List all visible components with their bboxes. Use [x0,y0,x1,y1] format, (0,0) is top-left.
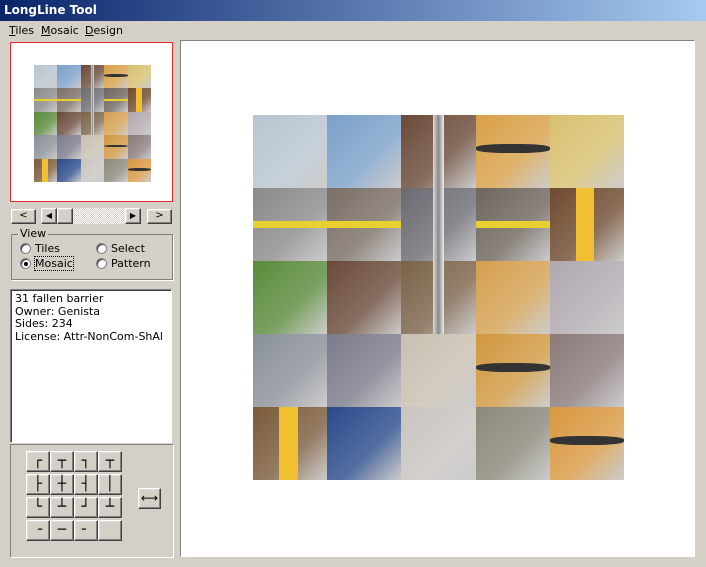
radio-pattern[interactable]: Pattern [96,257,151,270]
menu-design[interactable]: Design [85,24,123,37]
tile-shape-button[interactable]: │ [98,474,122,495]
mosaic-tile[interactable] [57,111,81,136]
tile-license: License: Attr-NonCom-ShAl [15,329,163,343]
mosaic-tile[interactable] [57,88,81,112]
mosaic-tile[interactable] [401,115,476,188]
mosaic-tile[interactable] [127,65,151,89]
radio-selected-icon [20,258,31,269]
radio-tiles[interactable]: Tiles [20,242,60,255]
mosaic-tile[interactable] [57,65,81,89]
mosaic-tile[interactable] [327,334,402,407]
tile-shape-button[interactable]: ╴ [74,520,98,541]
scroll-left-icon[interactable]: ◀ [41,208,57,224]
mosaic-tile[interactable] [80,135,105,159]
title-bar: LongLine Tool [0,0,706,21]
mosaic-tile[interactable] [327,261,402,334]
mosaic-grid [253,115,624,480]
mosaic-tile[interactable] [127,111,151,136]
preview-grid [34,65,151,182]
tile-shape-button[interactable]: ├ [26,474,50,495]
mosaic-preview[interactable] [10,42,173,202]
radio-mosaic[interactable]: Mosaic [20,256,74,271]
mosaic-tile[interactable] [327,188,402,261]
tile-shape-button[interactable]: ┬ [50,451,74,472]
window-title: LongLine Tool [4,3,97,17]
preview-scrollbar[interactable]: ◀ ▶ [41,208,141,224]
tile-shape-button[interactable]: ┐ [74,451,98,472]
tile-info-box[interactable]: 31 fallen barrier Owner: Genista Sides: … [10,289,172,443]
mosaic-tile[interactable] [57,135,81,159]
mosaic-tile[interactable] [57,158,81,182]
mosaic-tile[interactable] [104,135,128,159]
mosaic-tile[interactable] [475,407,550,480]
mosaic-tile[interactable] [80,88,105,112]
mosaic-tile[interactable] [80,111,105,136]
next-button[interactable]: > [147,209,172,224]
tile-shape-button[interactable]: ┌ [26,451,50,472]
tile-name: 31 fallen barrier [15,292,104,305]
mosaic-canvas[interactable] [180,40,695,557]
scroll-right-icon[interactable]: ▶ [125,208,141,224]
radio-select[interactable]: Select [96,242,145,255]
mosaic-tile[interactable] [253,334,328,407]
mosaic-tile[interactable] [127,135,151,159]
tile-shape-button[interactable] [98,520,122,541]
tile-shape-button[interactable]: ┘ [74,497,98,518]
mosaic-tile[interactable] [80,65,105,89]
tile-shape-button[interactable]: ┤ [74,474,98,495]
mosaic-tile[interactable] [401,407,476,480]
mosaic-tile[interactable] [401,261,476,334]
mosaic-tile[interactable] [253,407,328,480]
mosaic-tile[interactable] [34,111,58,136]
scroll-thumb[interactable] [57,208,73,224]
swap-direction-button[interactable]: ⟷ [138,488,161,509]
mosaic-tile[interactable] [549,261,624,334]
prev-button[interactable]: < [11,209,36,224]
mosaic-tile[interactable] [104,88,128,112]
tile-shape-button[interactable]: └ [26,497,50,518]
mosaic-tile[interactable] [253,115,328,188]
tile-shape-button[interactable]: ┴ [98,497,122,518]
menu-tiles[interactable]: Tiles [9,24,34,37]
mosaic-tile[interactable] [104,65,128,89]
mosaic-tile[interactable] [549,334,624,407]
mosaic-tile[interactable] [401,334,476,407]
tile-shape-button[interactable]: ─ [50,520,74,541]
mosaic-tile[interactable] [104,111,128,136]
view-group-label: View [18,227,49,240]
radio-circle-icon [96,258,107,269]
mosaic-tile[interactable] [549,115,624,188]
mosaic-tile[interactable] [475,261,550,334]
radio-circle-icon [20,243,31,254]
view-group: View Tiles Select Mosaic Pattern [11,227,173,280]
mosaic-tile[interactable] [80,158,105,182]
tile-sides: Sides: 234 [15,317,73,330]
mosaic-tile[interactable] [34,88,58,112]
mosaic-tile[interactable] [104,158,128,182]
mosaic-tile[interactable] [327,115,402,188]
mosaic-tile[interactable] [253,261,328,334]
mosaic-tile[interactable] [475,188,550,261]
mosaic-tile[interactable] [34,158,58,182]
mosaic-tile[interactable] [475,334,550,407]
mosaic-tile[interactable] [549,407,624,480]
radio-circle-icon [96,243,107,254]
tile-shape-button[interactable]: ┼ [50,474,74,495]
tile-shape-button[interactable]: ┴ [50,497,74,518]
mosaic-tile[interactable] [127,88,151,112]
mosaic-tile[interactable] [34,135,58,159]
mosaic-tile[interactable] [401,188,476,261]
menu-mosaic[interactable]: Mosaic [41,24,79,37]
mosaic-tile[interactable] [34,65,58,89]
mosaic-tile[interactable] [327,407,402,480]
mosaic-tile[interactable] [253,188,328,261]
menu-bar: Tiles Mosaic Design [0,22,706,40]
tile-shape-button[interactable]: ┬ [98,451,122,472]
tile-shape-button[interactable]: ╶ [26,520,50,541]
mosaic-tile[interactable] [475,115,550,188]
mosaic-tile[interactable] [549,188,624,261]
mosaic-tile[interactable] [127,158,151,182]
